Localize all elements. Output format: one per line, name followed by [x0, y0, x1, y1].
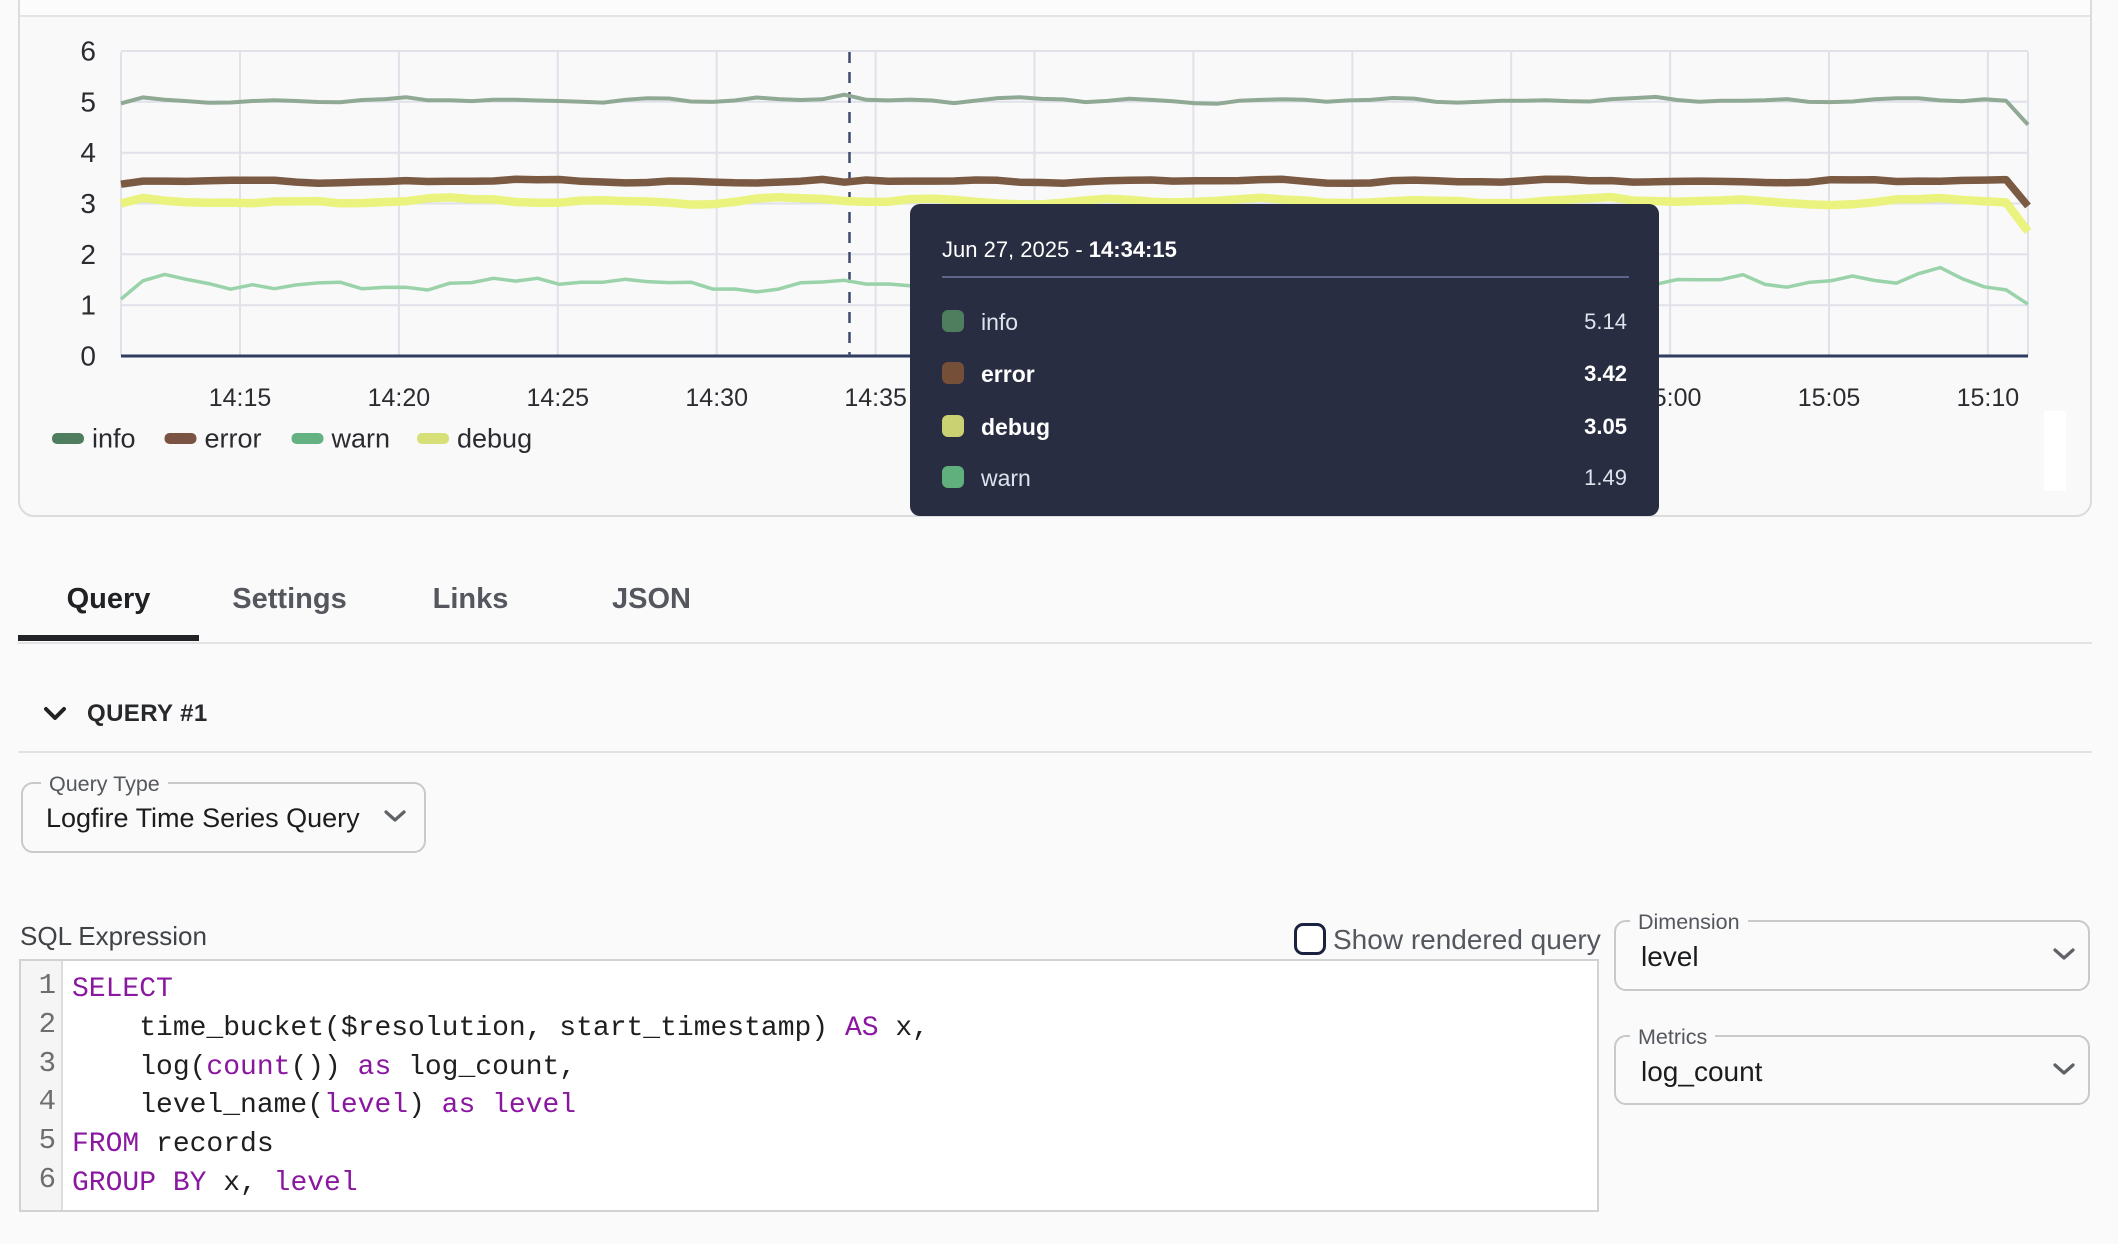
svg-text:2: 2 [80, 239, 96, 270]
svg-text:15:05: 15:05 [1798, 384, 1861, 412]
svg-text:14:35: 14:35 [844, 384, 907, 412]
svg-text:warn: warn [331, 424, 391, 454]
svg-text:15:10: 15:10 [1957, 384, 2020, 412]
svg-text:0: 0 [80, 341, 96, 372]
svg-text:14:15: 14:15 [209, 384, 272, 412]
svg-text:6: 6 [80, 36, 96, 67]
svg-text:1: 1 [80, 290, 96, 321]
svg-text:3: 3 [80, 188, 96, 219]
svg-text:4: 4 [80, 137, 96, 168]
svg-text:14:20: 14:20 [368, 384, 431, 412]
svg-text:error: error [205, 424, 262, 454]
svg-text:14:30: 14:30 [685, 384, 748, 412]
svg-text:info: info [92, 424, 136, 454]
svg-text:5: 5 [80, 86, 96, 117]
svg-text:debug: debug [457, 424, 532, 454]
svg-text:14:25: 14:25 [527, 384, 590, 412]
